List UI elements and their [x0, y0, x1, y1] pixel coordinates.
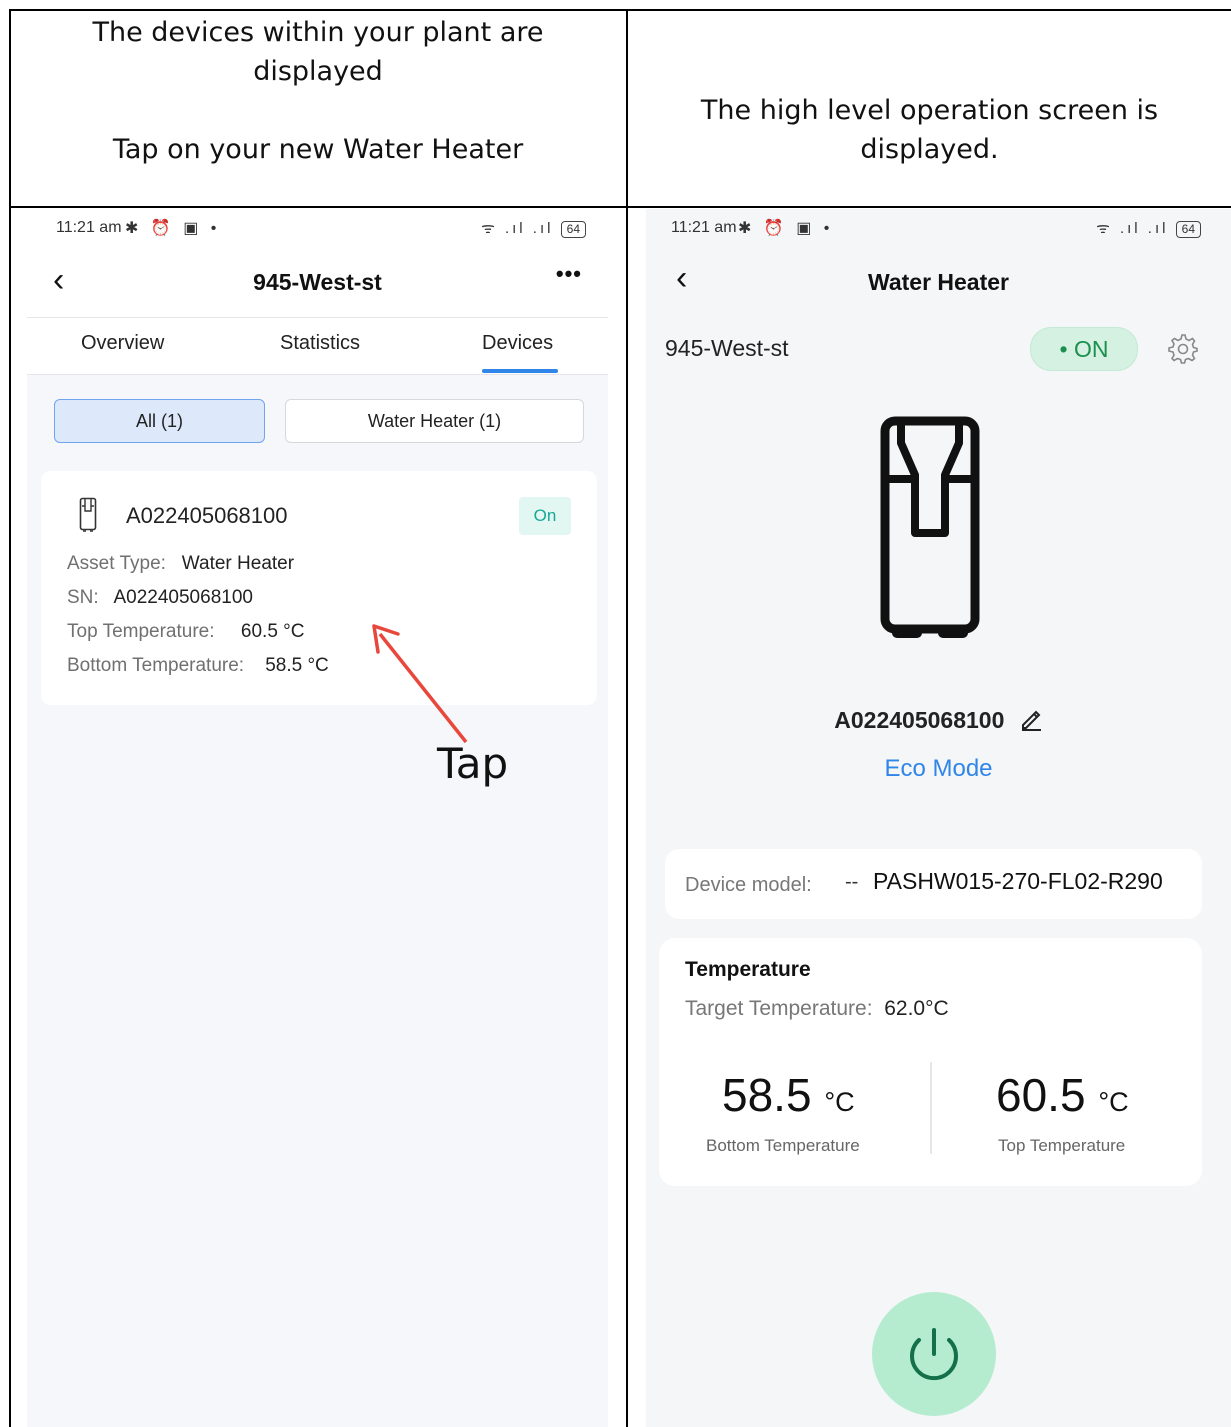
table-border-middle — [626, 9, 628, 1427]
top-temp-number: 60.5 — [996, 1069, 1086, 1121]
edit-pencil-icon[interactable] — [1019, 707, 1043, 731]
bottom-temp-reading: 58.5 °C — [722, 1068, 855, 1122]
signal-icons: ᯤ .ıl .ıl — [481, 220, 554, 237]
bottom-temp-value: 58.5 °C — [265, 655, 329, 676]
top-temp-caption: Top Temperature — [998, 1136, 1126, 1155]
top-temp-unit: °C — [1098, 1087, 1129, 1117]
bottom-temp-unit: °C — [824, 1087, 855, 1117]
left-caption-line2: displayed — [253, 56, 383, 87]
right-caption-line1: The high level operation screen is — [700, 95, 1159, 126]
top-temp-reading: 60.5 °C — [996, 1068, 1129, 1122]
status-icons-right: ᯤ .ıl .ıl 64 — [481, 218, 586, 238]
top-temp-value: 60.5 °C — [240, 621, 305, 642]
mode-link[interactable]: Eco Mode — [646, 755, 1231, 783]
bottom-temp-number: 58.5 — [722, 1069, 812, 1121]
active-tab-indicator — [482, 369, 558, 373]
asset-type-row: Asset Type: Water Heater — [67, 553, 294, 575]
top-temp-label: Top Temperature: — [67, 621, 215, 642]
tap-annotation: Tap — [437, 739, 509, 788]
bottom-temp-caption: Bottom Temperature — [706, 1136, 860, 1155]
target-temp-row: Target Temperature: 62.0°C — [685, 997, 949, 1021]
target-temp-label: Target Temperature: — [685, 997, 873, 1020]
power-status-badge: • ON — [1030, 327, 1138, 371]
temp-divider — [930, 1062, 932, 1154]
status-bar: 11:21 am ✱ ⏰ ▣ • ᯤ .ıl .ıl 64 — [27, 209, 608, 247]
table-border-top — [9, 9, 1231, 11]
device-model-label: Device model: — [685, 874, 812, 896]
temperature-heading: Temperature — [685, 958, 811, 981]
bottom-temp-label: Bottom Temperature: — [67, 655, 245, 676]
left-caption-line1: The devices within your plant are — [92, 17, 544, 48]
filter-all[interactable]: All (1) — [54, 399, 265, 443]
target-temp-value: 62.0°C — [884, 997, 949, 1020]
power-button[interactable] — [872, 1292, 996, 1416]
left-caption: The devices within your plant are displa… — [11, 13, 625, 169]
tab-devices[interactable]: Devices — [482, 332, 553, 355]
status-bar-right: 11:21 am ✱ ⏰ ▣ • ᯤ .ıl .ıl 64 — [646, 209, 1231, 247]
device-model-dash: -- — [845, 871, 859, 893]
page-title: 945-West-st — [253, 269, 382, 295]
sn-label: SN: — [67, 587, 99, 608]
water-heater-icon — [79, 497, 97, 532]
status-time-right: 11:21 am — [671, 219, 737, 236]
status-icons-left: ✱ ⏰ ▣ • — [125, 220, 221, 237]
tab-statistics[interactable]: Statistics — [280, 332, 360, 355]
status-icons-right-right: ᯤ .ıl .ıl 64 — [1096, 218, 1201, 238]
tab-overview[interactable]: Overview — [81, 332, 164, 355]
asset-type-label: Asset Type: — [67, 553, 166, 574]
left-caption-line3: Tap on your new Water Heater — [112, 134, 524, 165]
device-card[interactable]: A022405068100 On Asset Type: Water Heate… — [41, 471, 597, 705]
top-temp-row: Top Temperature: 60.5 °C — [67, 621, 305, 643]
device-model-card: Device model: -- PASHW015-270-FL02-R290 — [665, 849, 1202, 919]
status-badge: On — [519, 497, 571, 535]
water-heater-illustration-icon — [880, 416, 980, 638]
right-caption-line2: displayed. — [860, 134, 999, 165]
devices-screen: 11:21 am ✱ ⏰ ▣ • ᯤ .ıl .ıl 64 ‹ 945-West… — [27, 209, 608, 1427]
right-caption: The high level operation screen is displ… — [628, 91, 1231, 169]
device-name-heading: A022405068100 — [646, 707, 1231, 734]
device-name-text: A022405068100 — [834, 707, 1005, 733]
asset-type-value: Water Heater — [181, 553, 295, 574]
temperature-card: Temperature Target Temperature: 62.0°C 5… — [659, 938, 1202, 1186]
sn-value: A022405068100 — [113, 587, 253, 608]
more-options-icon[interactable]: ••• — [556, 261, 582, 287]
battery-icon-right: 64 — [1175, 221, 1201, 238]
status-icons-left-right: ✱ ⏰ ▣ • — [738, 220, 834, 237]
power-icon — [910, 1328, 958, 1381]
battery-icon: 64 — [560, 221, 586, 238]
status-time: 11:21 am — [56, 219, 122, 236]
device-name: A022405068100 — [126, 503, 288, 528]
detail-title: Water Heater — [867, 269, 1010, 295]
water-heater-screen: 11:21 am ✱ ⏰ ▣ • ᯤ .ıl .ıl 64 ‹ Water He… — [646, 209, 1231, 1427]
tab-bar: Overview Statistics Devices — [27, 317, 608, 375]
app-header: ‹ 945-West-st ••• — [27, 247, 608, 317]
filter-water-heater[interactable]: Water Heater (1) — [285, 399, 584, 443]
settings-gear-icon[interactable] — [1165, 331, 1201, 367]
table-border-left — [9, 9, 11, 1427]
bottom-temp-row: Bottom Temperature: 58.5 °C — [67, 655, 329, 677]
signal-icons-right: ᯤ .ıl .ıl — [1096, 220, 1169, 237]
table-border-header — [9, 206, 1231, 208]
plant-name: 945-West-st — [665, 335, 789, 361]
sn-row: SN: A022405068100 — [67, 587, 253, 609]
annotation-arrow-icon — [372, 624, 468, 744]
device-model-value: PASHW015-270-FL02-R290 — [873, 868, 1163, 894]
